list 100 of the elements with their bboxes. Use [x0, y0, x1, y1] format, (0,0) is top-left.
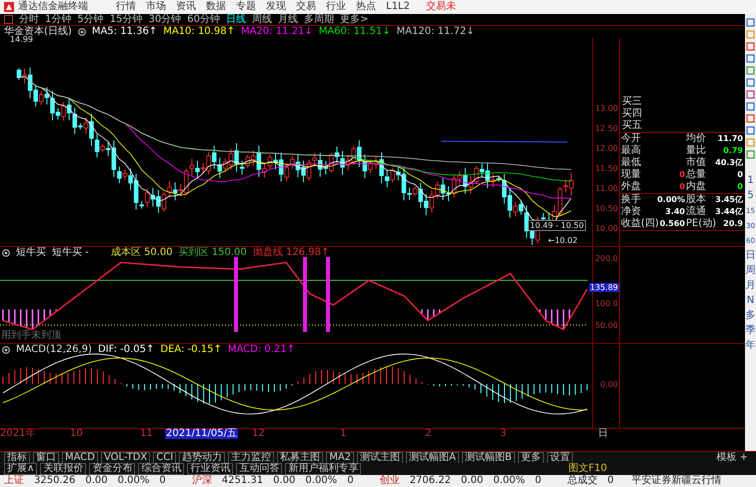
index-value: 4251.31 — [222, 475, 264, 487]
menu-item[interactable]: 市场 — [146, 1, 166, 13]
period-tab[interactable]: 60分钟 — [187, 14, 220, 26]
period-tab[interactable]: 多周期 — [304, 14, 334, 26]
period-tab[interactable]: 15分钟 — [110, 14, 142, 26]
period-tab[interactable]: 日线 — [226, 14, 246, 26]
corner-label: 日 — [598, 429, 608, 439]
period-shortcut[interactable]: 5 — [747, 190, 754, 202]
quote-label: 总量 — [686, 169, 706, 180]
menu-item[interactable]: 发现 — [266, 1, 286, 13]
index-percent: 0.00% — [493, 475, 525, 487]
quote-value: 0 — [737, 181, 743, 193]
macd-value: MACD(12,26,9) — [16, 344, 92, 356]
period-shortcut[interactable]: 季 — [746, 325, 756, 337]
order-book-label: 买四 — [621, 108, 643, 120]
settings-icon[interactable] — [2, 346, 10, 354]
period-tab[interactable]: 30分钟 — [148, 14, 182, 26]
f10-button[interactable]: 图文F10 — [568, 464, 607, 474]
period-shortcut[interactable]: 多 — [746, 310, 756, 322]
quote-label: 股本 — [686, 194, 706, 206]
axis-label: 12.00 — [595, 144, 618, 153]
period-shortcut[interactable]: 年 — [746, 340, 756, 352]
date-label: 2 — [425, 429, 432, 439]
index-value: 2706.22 — [410, 475, 451, 487]
quote-value: 0 — [737, 169, 743, 181]
axis-label: 11.50 — [595, 164, 618, 173]
quote-value: 0.79 — [723, 145, 743, 157]
macd-value: MACD: 0.21↑ — [228, 344, 296, 356]
menu-item[interactable]: 行情 — [116, 1, 136, 13]
template-button[interactable]: 模板 — [716, 452, 737, 462]
index-name: 创业 — [380, 475, 400, 487]
menu-item[interactable]: L1L2 — [386, 1, 410, 13]
quote-value: 20.9 — [723, 218, 743, 230]
trade-button[interactable]: 交易未 — [426, 1, 456, 13]
settings-icon[interactable] — [78, 28, 86, 36]
index-volume: 0 — [159, 475, 166, 487]
period-shortcut[interactable]: 日 — [746, 250, 756, 262]
index-percent: 0.00% — [118, 475, 150, 487]
index-volume: 0 — [347, 475, 354, 487]
quote-value: 0 — [679, 169, 685, 181]
axis-label: 11.00 — [595, 184, 618, 193]
index-change: 0.00 — [85, 475, 108, 487]
menu-item[interactable]: 热点 — [356, 1, 376, 13]
period-tab[interactable]: 1分钟 — [45, 14, 72, 26]
chart-title: 华金资本(日线) — [4, 26, 72, 37]
menu-item[interactable]: 专题 — [236, 1, 256, 13]
period-shortcut[interactable]: N — [746, 295, 754, 307]
macd-value: DIF: -0.05↑ — [98, 344, 154, 356]
index-name: 沪深 — [192, 475, 212, 487]
period-tab[interactable]: 分时 — [19, 14, 39, 26]
period-tab[interactable]: 5分钟 — [77, 14, 104, 26]
ma-legend-value: MA60: 11.51↓ — [318, 26, 390, 38]
date-label: 12 — [252, 429, 265, 439]
date-label: 10 — [70, 429, 83, 439]
total-volume-label: 总成交 — [567, 475, 598, 487]
cursor-date-label: 2021/11/05/五 — [165, 429, 238, 439]
quote-label: 内盘 — [686, 181, 706, 193]
quote-value: 11.70 — [718, 133, 743, 145]
quote-label: 流通 — [686, 206, 706, 218]
axis-label: 10.00 — [595, 224, 618, 233]
price-range-label: 10.49 - 10.50 — [528, 220, 586, 231]
macd-value: DEA: -0.15↑ — [160, 344, 222, 356]
menu-item[interactable]: 数据 — [206, 1, 226, 13]
add-button[interactable]: + — [740, 452, 748, 462]
date-label: 3 — [500, 429, 506, 439]
indicator-value: 买到区 150.00 — [178, 247, 247, 259]
period-tab[interactable]: 月线 — [278, 14, 298, 26]
quote-label: 均价 — [686, 133, 706, 144]
axis-label: 50.00 — [595, 321, 618, 330]
quote-label: 市值 — [686, 157, 706, 168]
period-shortcut[interactable]: 月 — [746, 280, 756, 292]
order-book-label: 买三 — [621, 96, 643, 108]
period-tab[interactable]: 周线 — [252, 14, 272, 26]
axis-label: 100.0 — [595, 298, 618, 308]
period-tab[interactable]: 更多> — [340, 14, 368, 26]
settings-icon[interactable] — [2, 249, 10, 257]
period-shortcut[interactable]: 周 — [746, 265, 756, 277]
menu-item[interactable]: 资讯 — [176, 1, 196, 13]
quote-value: 0.00% — [657, 194, 685, 206]
quote-value: 3.44亿 — [715, 206, 743, 218]
quote-value: 3.45亿 — [715, 194, 743, 206]
index-change: 0.00 — [273, 475, 296, 487]
axis-label: 13.00 — [595, 104, 618, 113]
quote-label: 收益(四) — [621, 218, 659, 230]
total-volume-value: 0 — [607, 475, 614, 487]
high-price-label: 14.99 — [10, 35, 33, 46]
menu-item[interactable]: 交易 — [296, 1, 316, 13]
quote-value: 0 — [679, 181, 685, 193]
square-icon[interactable] — [4, 15, 13, 24]
indicator-formula: 短牛买 - — [52, 247, 89, 259]
date-label: 1 — [340, 429, 346, 439]
index-volume: 0 — [534, 475, 542, 487]
quote-label: 净资 — [621, 206, 641, 218]
quote-label: PE(动) — [686, 218, 716, 230]
broker-name: 平安证券新疆云行情 — [632, 475, 722, 487]
period-shortcut[interactable]: 1 — [747, 175, 754, 187]
axis-label: 200.0 — [595, 254, 618, 263]
menu-item[interactable]: 行业 — [326, 1, 346, 13]
index-value: 3250.26 — [34, 475, 76, 487]
order-book-label: 买五 — [621, 120, 643, 132]
